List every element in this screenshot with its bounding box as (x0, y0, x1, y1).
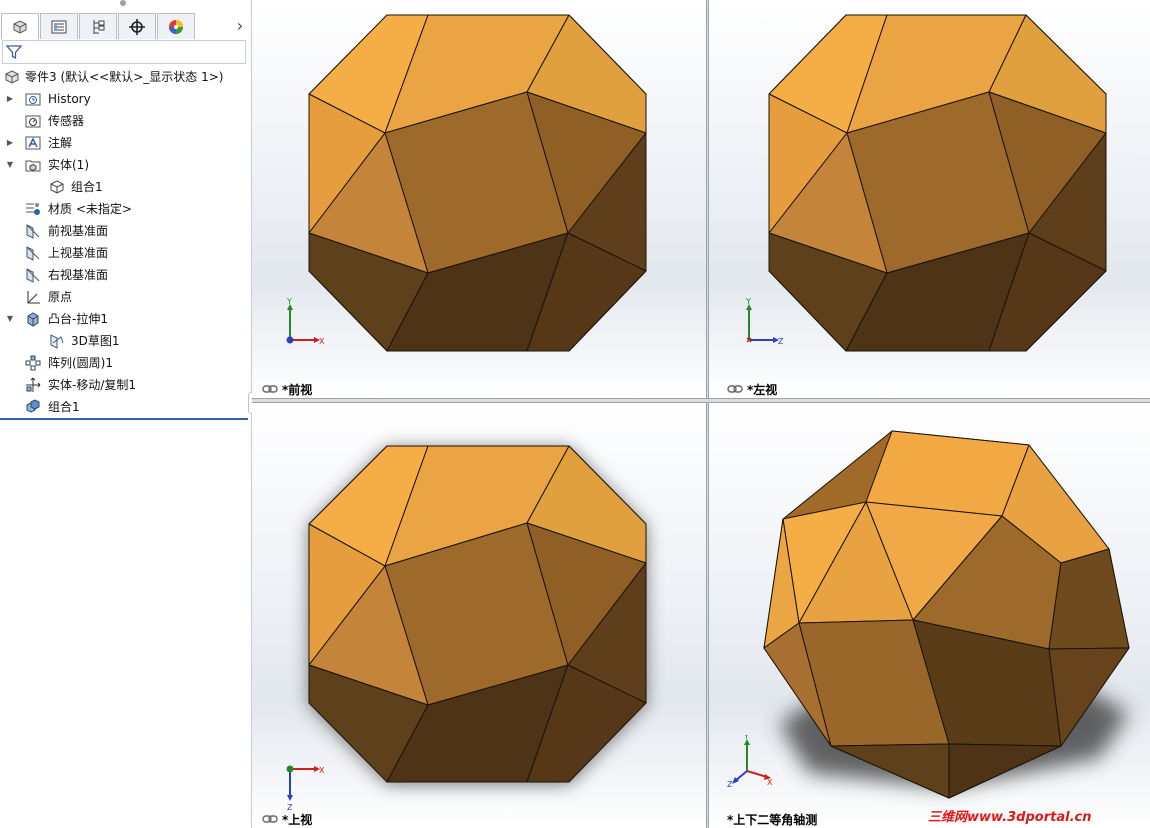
feature-manager-panel: › 零件3 (默认<<默认>_显示状态 1>) ▶ History 传感器 ▶ (0, 0, 252, 828)
filter-icon (6, 45, 22, 60)
viewport-label-left: *左视 (747, 383, 778, 397)
featuremanager-icon (13, 19, 27, 34)
tree-item-extrude[interactable]: ▼ 凸台-拉伸1 (0, 309, 245, 329)
viewport-splitter-vertical[interactable] (706, 0, 709, 828)
viewport-top[interactable]: X Z *上视 (252, 403, 706, 828)
configurationmanager-icon (93, 19, 105, 34)
extrude-icon (27, 312, 39, 327)
tree-item-right-plane[interactable]: 右视基准面 (0, 265, 245, 285)
collapse-arrow-icon[interactable]: ▼ (5, 309, 15, 329)
polyhedron-model (763, 430, 1130, 799)
plane-icon (26, 224, 40, 239)
tree-filter[interactable] (2, 40, 246, 64)
combine-icon (26, 399, 40, 413)
dimxpert-icon (129, 18, 145, 35)
body-icon (50, 180, 64, 194)
tree-item-history[interactable]: ▶ History (0, 89, 245, 109)
viewport-front[interactable]: Y X *前视 (252, 0, 706, 398)
sensor-icon (25, 115, 41, 128)
material-icon (26, 203, 40, 215)
triad-label-b: Z (778, 337, 783, 346)
plane-icon (26, 268, 40, 283)
tree-item-sensors[interactable]: 传感器 (0, 111, 245, 131)
tree-item-label: 传感器 (48, 114, 85, 128)
link-view-icon[interactable] (262, 814, 278, 824)
tab-dimxpert-manager[interactable] (118, 13, 156, 39)
history-folder-icon (25, 93, 41, 106)
solid-bodies-icon (25, 160, 41, 172)
tree-item-label: History (48, 92, 91, 106)
axis-triad: X Z (286, 765, 324, 811)
circular-pattern-icon (25, 355, 41, 371)
viewport-label-top: *上视 (282, 813, 313, 827)
tree-item-label: 阵列(圆周)1 (48, 356, 113, 370)
part-icon (5, 70, 19, 84)
annotation-icon (25, 136, 41, 150)
tree-item-label: 右视基准面 (48, 268, 109, 282)
expand-arrow-icon[interactable]: ▶ (5, 89, 15, 109)
watermark-text: 三维网www.3dportal.cn (928, 810, 1092, 825)
tree-item-circular-pattern[interactable]: 阵列(圆周)1 (0, 353, 245, 373)
viewport-left[interactable]: Y Z *左视 (709, 0, 1150, 398)
tree-item-origin[interactable]: 原点 (0, 287, 245, 307)
axis-triad: Y X (286, 297, 324, 346)
panel-grip[interactable] (120, 0, 126, 6)
tree-item-label: 实体-移动/复制1 (48, 378, 137, 392)
triad-label-b: X (319, 337, 324, 346)
triad-label-a: Y (745, 297, 751, 306)
triad-label-a: Y (286, 297, 292, 306)
viewport-label-isometric: *上下二等角轴测 (727, 813, 818, 827)
viewport-splitter-horizontal[interactable] (252, 398, 1150, 403)
tree-item-body[interactable]: 组合1 (0, 177, 245, 197)
origin-icon (27, 291, 40, 304)
tree-item-label: 凸台-拉伸1 (48, 312, 108, 326)
tree-item-label: 注解 (48, 136, 73, 150)
triad-label-b: X (767, 778, 773, 787)
tree-item-label: 上视基准面 (48, 246, 109, 260)
sketch3d-icon (50, 334, 64, 349)
tree-root-part[interactable]: 零件3 (默认<<默认>_显示状态 1>) (4, 67, 249, 87)
tree-item-move-copy[interactable]: 实体-移动/复制1 (0, 375, 245, 395)
tree-item-label: 3D草图1 (71, 334, 120, 348)
move-copy-icon (26, 377, 41, 392)
triad-label-a: Y (743, 735, 749, 741)
tree-root-label: 零件3 (默认<<默认>_显示状态 1>) (25, 70, 224, 84)
tree-item-label: 组合1 (48, 400, 80, 414)
tab-configuration-manager[interactable] (79, 13, 117, 39)
tree-item-label: 材质 <未指定> (48, 202, 132, 216)
plane-icon (26, 246, 40, 261)
tree-item-material[interactable]: 材质 <未指定> (0, 199, 245, 219)
tree-item-label: 组合1 (71, 180, 103, 194)
tree-item-front-plane[interactable]: 前视基准面 (0, 221, 245, 241)
manager-tabbar: › (0, 13, 251, 39)
link-view-icon[interactable] (262, 384, 278, 394)
axis-triad: Y Z (745, 297, 783, 346)
tree-item-top-plane[interactable]: 上视基准面 (0, 243, 245, 263)
tab-feature-manager[interactable] (1, 13, 39, 39)
tab-scroll-arrow[interactable]: › (232, 16, 248, 36)
tree-item-label: 原点 (48, 290, 73, 304)
tab-display-manager[interactable] (157, 13, 195, 39)
tree-item-label: 实体(1) (48, 158, 89, 172)
tree-item-3d-sketch[interactable]: 3D草图1 (0, 331, 245, 351)
viewport-isometric[interactable]: Y X Z *上下二等角轴测 (709, 403, 1150, 828)
tree-item-annotations[interactable]: ▶ 注解 (0, 133, 245, 153)
triad-label-c: Z (727, 780, 733, 787)
tree-item-label: 前视基准面 (48, 224, 109, 238)
tree-item-solid-bodies[interactable]: ▼ 实体(1) (0, 155, 245, 175)
triad-label-a: X (319, 766, 324, 775)
link-view-icon[interactable] (727, 384, 743, 394)
tree-item-combine[interactable]: 组合1 (0, 397, 245, 417)
expand-arrow-icon[interactable]: ▶ (5, 133, 15, 153)
triad-label-b: Z (287, 803, 293, 811)
collapse-arrow-icon[interactable]: ▼ (5, 155, 15, 175)
viewport-label-front: *前视 (282, 383, 313, 397)
propertymanager-icon (51, 20, 67, 33)
tab-property-manager[interactable] (40, 13, 78, 39)
axis-triad: Y X Z (727, 735, 773, 787)
rollback-bar[interactable] (0, 418, 248, 420)
displaymanager-icon (169, 19, 183, 34)
